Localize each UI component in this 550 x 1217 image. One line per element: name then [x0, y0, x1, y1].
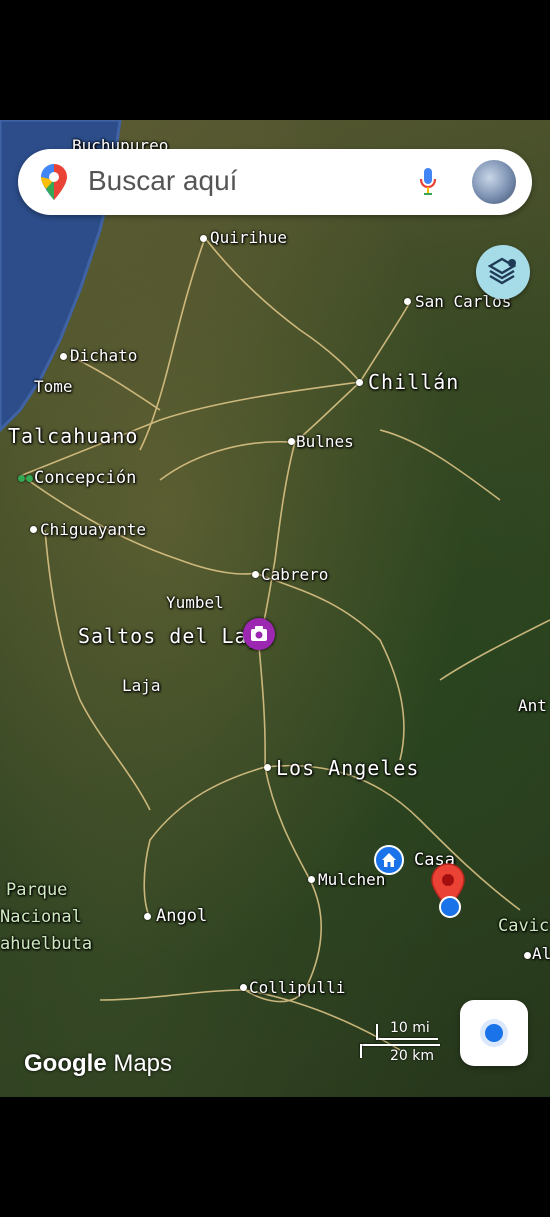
place-dot [404, 298, 411, 305]
layers-icon [487, 257, 517, 285]
place-dot [264, 764, 271, 771]
camera-icon[interactable] [243, 618, 275, 650]
place-dot [144, 913, 151, 920]
place-label-tome: Tome [34, 377, 73, 396]
place-label-cavic: Cavic [498, 916, 550, 936]
place-dot [288, 438, 295, 445]
map-canvas[interactable]: Buchupureo Quirihue San Carlos Dichato T… [0, 120, 550, 1097]
scale-bar-km [360, 1044, 440, 1046]
place-label-mulchen: Mulchen [318, 870, 386, 889]
place-label-chiguayante: Chiguayante [40, 520, 146, 539]
place-label-quirihue: Quirihue [210, 228, 288, 247]
search-bar[interactable]: Buscar aquí [18, 149, 532, 215]
place-dot [252, 571, 259, 578]
google-maps-logo: Google Maps [24, 1050, 172, 1078]
place-label-talcahuano: Talcahuano [8, 424, 139, 448]
transit-dot [18, 475, 25, 482]
brand-google: Google [24, 1050, 107, 1077]
place-dot [240, 984, 247, 991]
place-label-los-angeles: Los Angeles [276, 756, 420, 780]
transit-dot [26, 475, 33, 482]
park-label-line3: ahuelbuta [0, 934, 93, 954]
place-label-concepcion: Concepción [34, 468, 137, 488]
scale-km: 20 km [390, 1048, 435, 1064]
google-maps-pin-icon [40, 163, 68, 205]
my-location-icon [485, 1024, 503, 1042]
microphone-icon[interactable] [418, 166, 438, 202]
brand-maps: Maps [113, 1050, 173, 1077]
place-dot [30, 526, 37, 533]
scale-miles: 10 mi [390, 1020, 430, 1036]
place-label-ant: Ant [518, 696, 547, 715]
current-location-dot [439, 896, 461, 918]
place-label-angol: Angol [156, 906, 208, 926]
place-dot [60, 353, 67, 360]
place-label-chillan: Chillán [368, 370, 460, 394]
scale-bar-tick [360, 1044, 362, 1058]
park-label-line1: Parque [6, 880, 68, 900]
layers-button[interactable] [476, 245, 530, 299]
place-label-cabrero: Cabrero [261, 565, 329, 584]
search-input[interactable]: Buscar aquí [88, 165, 237, 197]
place-dot [524, 952, 531, 959]
place-label-laja: Laja [122, 676, 161, 695]
scale-bar-miles [376, 1038, 438, 1040]
place-label-al: Al [532, 944, 550, 963]
scale-bar-tick [376, 1024, 378, 1040]
place-label-yumbel: Yumbel [166, 593, 224, 612]
place-dot [308, 876, 315, 883]
place-dot [200, 235, 207, 242]
place-label-dichato: Dichato [70, 346, 138, 365]
place-label-collipulli: Collipulli [249, 978, 346, 997]
place-label-bulnes: Bulnes [296, 432, 354, 451]
avatar[interactable] [472, 160, 516, 204]
park-label-line2: Nacional [0, 907, 82, 927]
place-dot [356, 379, 363, 386]
my-location-button[interactable] [460, 1000, 528, 1066]
